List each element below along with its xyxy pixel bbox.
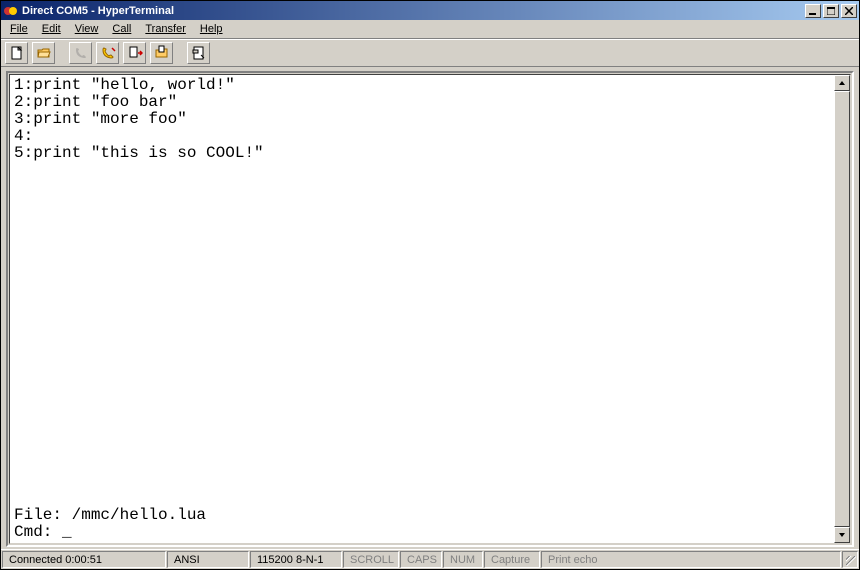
receive-button[interactable]	[150, 42, 173, 64]
client-area: 1:print "hello, world!" 2:print "foo bar…	[1, 67, 859, 549]
terminal-inner: 1:print "hello, world!" 2:print "foo bar…	[9, 74, 851, 544]
properties-button[interactable]	[187, 42, 210, 64]
status-port: 115200 8-N-1	[250, 551, 342, 568]
vertical-scrollbar[interactable]	[834, 75, 850, 543]
scroll-down-button[interactable]	[834, 527, 850, 543]
scrollbar-track[interactable]	[834, 91, 850, 527]
app-window: Direct COM5 - HyperTerminal File Edit Vi…	[0, 0, 860, 570]
status-capture: Capture	[484, 551, 540, 568]
terminal-frame: 1:print "hello, world!" 2:print "foo bar…	[6, 71, 854, 547]
titlebar[interactable]: Direct COM5 - HyperTerminal	[1, 1, 859, 20]
chevron-up-icon	[838, 79, 846, 87]
phone-icon	[73, 45, 89, 61]
menu-help[interactable]: Help	[193, 21, 230, 37]
scroll-up-button[interactable]	[834, 75, 850, 91]
status-echo: Print echo	[541, 551, 841, 568]
close-button[interactable]	[841, 4, 857, 18]
new-button[interactable]	[5, 42, 28, 64]
status-scroll: SCROLL	[343, 551, 399, 568]
menu-edit[interactable]: Edit	[35, 21, 68, 37]
open-button[interactable]	[32, 42, 55, 64]
menu-view[interactable]: View	[68, 21, 106, 37]
statusbar: Connected 0:00:51 ANSI 115200 8-N-1 SCRO…	[1, 549, 859, 569]
app-icon	[3, 3, 19, 19]
menubar: File Edit View Call Transfer Help	[1, 20, 859, 39]
window-title: Direct COM5 - HyperTerminal	[22, 5, 803, 17]
window-controls	[803, 4, 857, 18]
minimize-button[interactable]	[805, 4, 821, 18]
resize-grip[interactable]	[842, 551, 858, 568]
phone-hangup-icon	[100, 45, 116, 61]
toolbar	[1, 39, 859, 67]
status-caps: CAPS	[400, 551, 442, 568]
menu-file[interactable]: File	[3, 21, 35, 37]
open-folder-icon	[36, 45, 52, 61]
maximize-button[interactable]	[823, 4, 839, 18]
status-emulation: ANSI	[167, 551, 249, 568]
terminal-prompt: File: /mmc/hello.lua Cmd: _	[14, 507, 830, 541]
new-document-icon	[9, 45, 25, 61]
status-connected: Connected 0:00:51	[2, 551, 166, 568]
receive-file-icon	[154, 45, 170, 61]
send-file-icon	[127, 45, 143, 61]
properties-icon	[191, 45, 207, 61]
status-num: NUM	[443, 551, 483, 568]
terminal-output: 1:print "hello, world!" 2:print "foo bar…	[14, 77, 830, 162]
disconnect-button[interactable]	[96, 42, 119, 64]
connect-button[interactable]	[69, 42, 92, 64]
scrollbar-thumb[interactable]	[834, 91, 850, 527]
menu-transfer[interactable]: Transfer	[138, 21, 193, 37]
terminal[interactable]: 1:print "hello, world!" 2:print "foo bar…	[10, 75, 834, 543]
send-button[interactable]	[123, 42, 146, 64]
chevron-down-icon	[838, 531, 846, 539]
menu-call[interactable]: Call	[105, 21, 138, 37]
